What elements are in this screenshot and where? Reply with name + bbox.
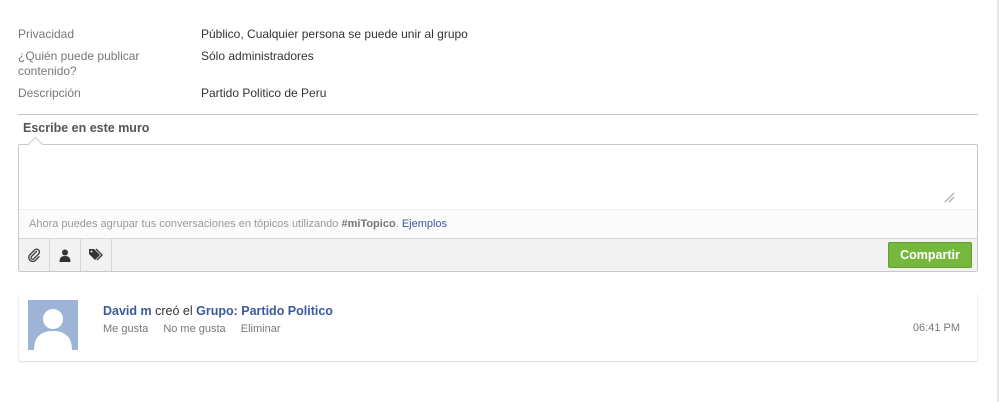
group-info: Privacidad Público, Cualquier persona se…: [18, 27, 978, 108]
wall-composer-title: Escribe en este muro: [23, 121, 150, 135]
delete-link[interactable]: Eliminar: [241, 323, 281, 335]
info-row-description: Descripción Partido Politico de Peru: [18, 86, 978, 101]
hint-period: .: [395, 218, 399, 230]
info-row-privacy: Privacidad Público, Cualquier persona se…: [18, 27, 978, 42]
posting-permission-label: ¿Quién puede publicar contenido?: [18, 49, 140, 78]
composer-toolbar: Compartir: [19, 238, 977, 271]
paperclip-icon: [28, 248, 41, 262]
description-label: Descripción: [18, 86, 81, 100]
default-avatar-icon: [28, 300, 78, 350]
tag-person-button[interactable]: [50, 239, 81, 271]
author-link[interactable]: David m: [103, 304, 152, 318]
description-value: Partido Politico de Peru: [201, 86, 327, 100]
posting-permission-value: Sólo administradores: [201, 49, 314, 63]
group-link[interactable]: Grupo: Partido Politico: [196, 304, 333, 318]
add-tags-button[interactable]: [81, 239, 112, 271]
topic-hint: Ahora puedes agrupar tus conversaciones …: [19, 209, 977, 237]
resize-grip-icon[interactable]: [943, 191, 955, 203]
section-divider: [18, 114, 978, 115]
wall-post-input[interactable]: [19, 145, 977, 209]
share-button[interactable]: Compartir: [888, 242, 972, 268]
feed-item-text: David m creó el Grupo: Partido Politico: [103, 304, 333, 318]
info-row-posting: ¿Quién puede publicar contenido? Sólo ad…: [18, 49, 978, 79]
feed-item-time: 06:41 PM: [912, 322, 960, 334]
attach-button[interactable]: [19, 239, 50, 271]
hint-hashtag: #miTopico: [341, 218, 396, 230]
privacy-label: Privacidad: [18, 27, 75, 41]
person-icon: [59, 249, 71, 262]
dislike-link[interactable]: No me gusta: [163, 323, 225, 335]
tags-icon: [89, 248, 103, 261]
feed-item-actions: Me gusta No me gusta Eliminar: [103, 323, 292, 335]
hint-text: Ahora puedes agrupar tus conversaciones …: [29, 218, 342, 230]
examples-link[interactable]: Ejemplos: [402, 218, 447, 230]
feed-item: David m creó el Grupo: Partido Politico …: [18, 294, 978, 362]
privacy-value: Público, Cualquier persona se puede unir…: [201, 27, 468, 41]
feed-verb: creó el: [155, 304, 193, 318]
like-link[interactable]: Me gusta: [103, 323, 148, 335]
avatar[interactable]: [28, 300, 78, 350]
wall-composer: Ahora puedes agrupar tus conversaciones …: [18, 144, 978, 272]
